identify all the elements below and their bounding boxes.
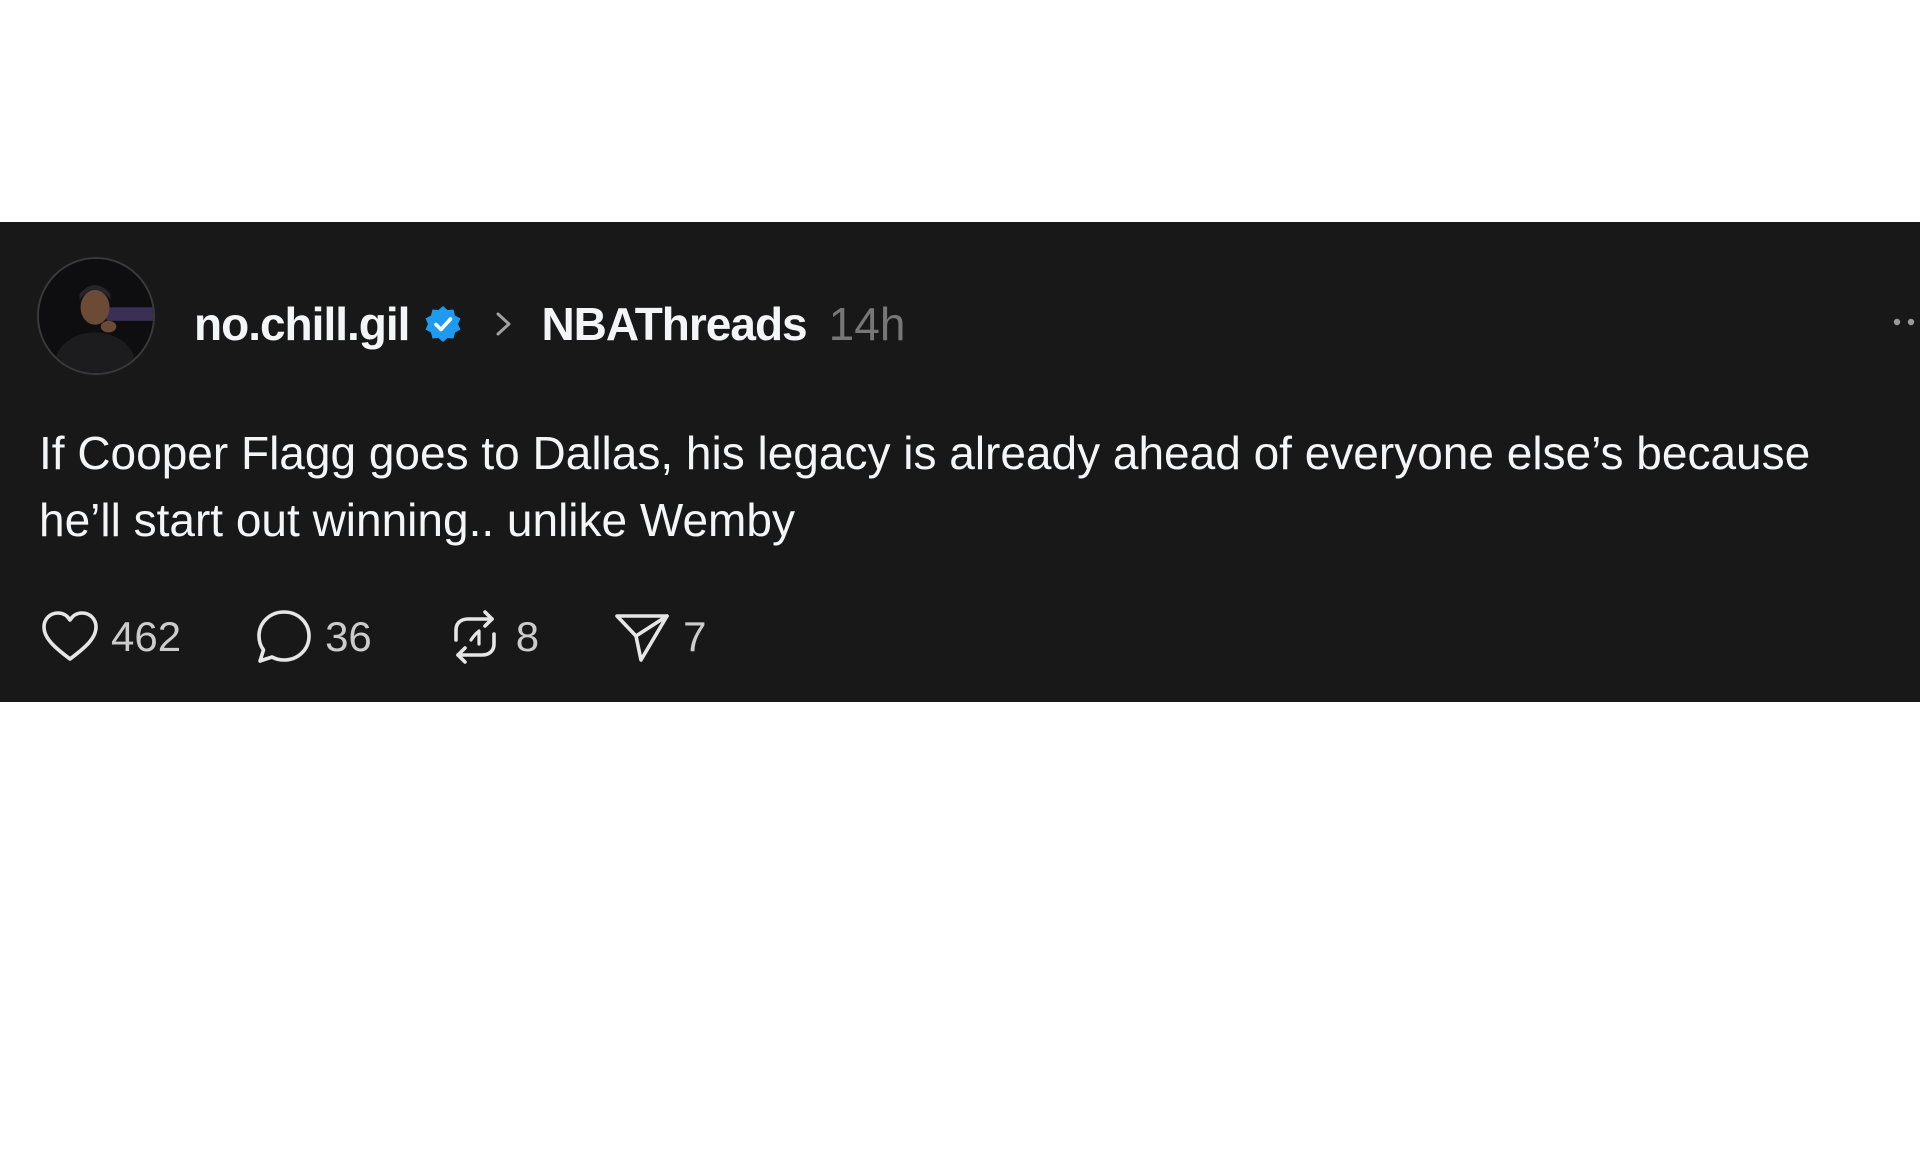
post-header: no.chill.gil NBAThreads 14h	[194, 294, 905, 354]
send-icon	[611, 606, 673, 668]
username[interactable]: no.chill.gil	[194, 297, 410, 351]
like-button[interactable]: 462	[39, 606, 181, 668]
reply-button[interactable]: 36	[253, 606, 372, 668]
thread-post: no.chill.gil NBAThreads 14h If Cooper Fl…	[0, 222, 1920, 702]
like-count: 462	[111, 613, 182, 660]
avatar-photo	[39, 259, 153, 373]
share-button[interactable]: 7	[611, 606, 707, 668]
comment-icon	[253, 606, 315, 668]
reply-count: 36	[325, 613, 372, 660]
repost-button[interactable]: 8	[444, 606, 539, 668]
repost-count: 8	[515, 613, 540, 660]
post-timestamp: 14h	[828, 298, 906, 350]
community-link[interactable]: NBAThreads	[541, 297, 807, 351]
more-options-icon[interactable]	[1890, 312, 1920, 332]
post-text: If Cooper Flagg goes to Dallas, his lega…	[39, 427, 1811, 546]
verified-badge-icon	[423, 304, 463, 344]
chevron-right-icon	[491, 307, 517, 341]
share-count: 7	[683, 613, 707, 660]
heart-icon	[39, 606, 101, 668]
repost-icon	[444, 606, 506, 668]
avatar[interactable]	[37, 257, 155, 375]
post-actions: 462 36 8 7	[39, 602, 779, 672]
